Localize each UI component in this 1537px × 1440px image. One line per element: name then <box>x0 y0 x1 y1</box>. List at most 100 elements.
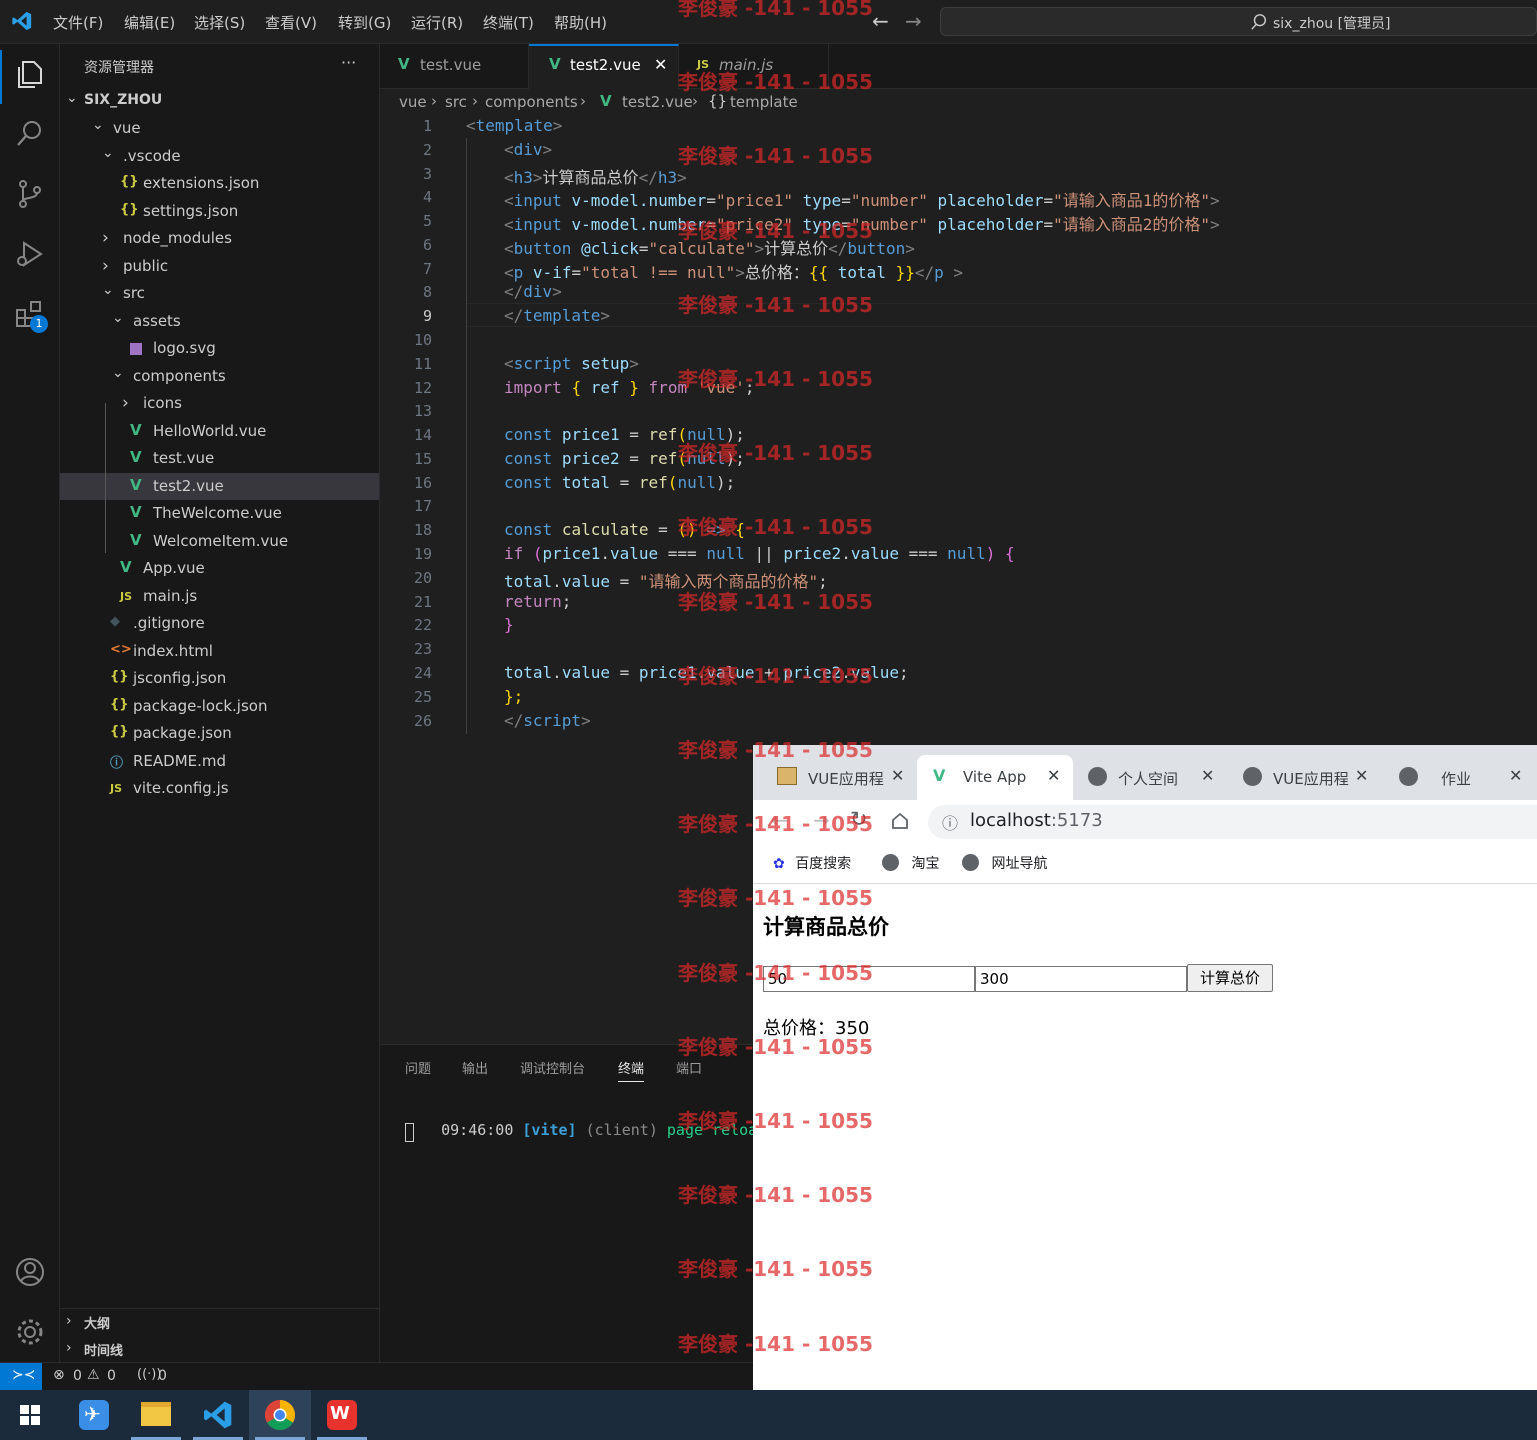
tree-item[interactable]: V WelcomeItem.vue <box>60 528 379 555</box>
line-number: 10 <box>413 331 432 350</box>
warning-count[interactable]: 0 <box>107 1368 116 1384</box>
menu-file[interactable]: 文件(F) <box>53 12 103 33</box>
tree-item[interactable]: ⓘ README.md <box>60 748 379 775</box>
tree-item[interactable]: ◆ .gitignore <box>60 610 379 637</box>
breadcrumb-components[interactable]: components <box>485 93 578 111</box>
tree-item[interactable]: logo.svg <box>60 335 379 362</box>
tree-item[interactable]: Vtest.vue <box>60 445 379 472</box>
more-actions-icon[interactable]: ··· <box>341 53 356 72</box>
menu-selection[interactable]: 选择(S) <box>194 12 245 33</box>
tree-item[interactable]: JS vite.config.js <box>60 775 379 802</box>
close-tab-icon[interactable]: ✕ <box>1509 766 1522 785</box>
tree-item[interactable]: {} settings.json <box>60 198 379 225</box>
ports-count[interactable]: 0 <box>158 1368 167 1384</box>
close-tab-icon[interactable]: ✕ <box>1355 766 1368 785</box>
tree-item[interactable]: ⌄ vue <box>60 115 379 142</box>
tree-item-label: App.vue <box>143 559 205 577</box>
browser-tab-vue-app-1[interactable]: VUE应用程 ✕ <box>767 755 917 800</box>
windows-start-icon[interactable] <box>20 1405 40 1425</box>
bookmark-taobao[interactable]: 淘宝 <box>882 853 939 873</box>
menu-view[interactable]: 查看(V) <box>265 12 317 33</box>
terminal-output[interactable]: 09:46:00 [vite] (client) page reload sr <box>405 1103 793 1157</box>
tree-item[interactable]: ⌄ src <box>60 280 379 307</box>
browser-tab-vue-app-2[interactable]: VUE应用程 ✕ <box>1231 755 1381 800</box>
tree-item[interactable]: › node_modules <box>60 225 379 252</box>
tree-item[interactable]: {} package.json <box>60 720 379 747</box>
remote-indicator[interactable]: ≻≺ <box>0 1363 42 1390</box>
nav-back-icon[interactable]: ← <box>872 9 889 33</box>
close-tab-icon[interactable]: ✕ <box>891 766 904 785</box>
home-icon[interactable] <box>890 811 910 831</box>
code-line: }; <box>504 687 523 706</box>
taskbar-file-explorer[interactable] <box>125 1390 187 1440</box>
settings-gear-icon[interactable] <box>14 1316 46 1348</box>
back-arrow-icon[interactable]: ← <box>771 808 788 832</box>
tree-item[interactable]: V App.vue <box>60 555 379 582</box>
error-count[interactable]: 0 <box>73 1368 82 1384</box>
close-tab-icon[interactable]: ✕ <box>1047 766 1060 785</box>
taskbar-bird-app[interactable]: ✈ <box>63 1390 125 1440</box>
panel-tab-debug-console[interactable]: 调试控制台 <box>520 1058 585 1077</box>
bookmark-baidu[interactable]: ✿ 百度搜索 <box>773 853 851 873</box>
taskbar-chrome[interactable] <box>249 1390 311 1440</box>
account-icon[interactable] <box>14 1256 46 1288</box>
tree-item[interactable]: V TheWelcome.vue <box>60 500 379 527</box>
tab-main-js[interactable]: JS main.js <box>679 44 829 89</box>
reload-icon[interactable]: ↻ <box>850 807 868 831</box>
panel-tab-ports[interactable]: 端口 <box>676 1058 702 1077</box>
breadcrumb-vue[interactable]: vue <box>399 93 427 111</box>
tree-item[interactable]: {} package-lock.json <box>60 693 379 720</box>
price2-input[interactable]: 300 <box>975 966 1187 992</box>
tab-test2-vue[interactable]: V test2.vue ✕ <box>529 44 679 89</box>
tree-item[interactable]: <> index.html <box>60 638 379 665</box>
forward-arrow-icon[interactable]: → <box>813 808 830 832</box>
md-file-icon: ⓘ <box>110 755 124 771</box>
tree-item[interactable]: ⌄ .vscode <box>60 143 379 170</box>
menu-run[interactable]: 运行(R) <box>411 12 463 33</box>
vue-file-icon: V <box>130 420 142 439</box>
close-tab-icon[interactable]: ✕ <box>654 55 667 74</box>
price1-input[interactable]: 50 <box>763 966 975 992</box>
menu-help[interactable]: 帮助(H) <box>554 12 607 33</box>
source-control-icon[interactable] <box>14 178 46 210</box>
breadcrumb-template[interactable]: template <box>730 93 798 111</box>
tree-item[interactable]: {} extensions.json <box>60 170 379 197</box>
workspace-root[interactable]: ⌄ SIX_ZHOU <box>60 88 379 115</box>
command-center-search[interactable]: six_zhou [管理员] <box>940 7 1537 36</box>
tree-item[interactable]: V HelloWorld.vue <box>60 418 379 445</box>
taskbar-vscode[interactable] <box>187 1390 249 1440</box>
tree-item[interactable]: ⌄ components <box>60 363 379 390</box>
nav-forward-icon[interactable]: → <box>905 9 922 33</box>
menu-terminal[interactable]: 终端(T) <box>483 12 534 33</box>
search-icon[interactable] <box>14 118 46 150</box>
panel-tab-terminal[interactable]: 终端 <box>618 1058 645 1082</box>
panel-tab-problems[interactable]: 问题 <box>405 1058 431 1077</box>
browser-tab-personal-space[interactable]: 个人空间 ✕ <box>1073 755 1223 800</box>
close-tab-icon[interactable]: ✕ <box>1201 766 1214 785</box>
explorer-icon[interactable] <box>14 58 46 90</box>
browser-tab-vite-app[interactable]: V Vite App ✕ <box>917 755 1073 800</box>
address-bar[interactable]: ⓘ localhost:5173 <box>928 805 1537 839</box>
tree-item[interactable]: {} jsconfig.json <box>60 665 379 692</box>
browser-tab-homework[interactable]: 作业 ✕ <box>1387 755 1537 800</box>
panel-tab-output[interactable]: 输出 <box>462 1058 488 1077</box>
taskbar-wps[interactable]: W <box>311 1390 373 1440</box>
tree-item[interactable]: JS main.js <box>60 583 379 610</box>
calculate-button[interactable]: 计算总价 <box>1187 964 1273 992</box>
menu-edit[interactable]: 编辑(E) <box>124 12 175 33</box>
tree-item[interactable]: Vtest2.vue <box>60 472 379 500</box>
breadcrumb-src[interactable]: src <box>445 93 467 111</box>
outline-section[interactable]: › 大纲 <box>60 1309 379 1336</box>
breadcrumb-file[interactable]: test2.vue <box>622 93 693 111</box>
tree-item[interactable]: › icons <box>60 390 379 417</box>
timeline-section[interactable]: › 时间线 <box>60 1336 379 1363</box>
code-token: </ <box>638 167 658 187</box>
run-debug-icon[interactable] <box>14 238 46 270</box>
menu-go[interactable]: 转到(G) <box>338 12 391 33</box>
tree-item[interactable]: › public <box>60 253 379 280</box>
tab-test-vue[interactable]: V test.vue <box>380 44 529 89</box>
tree-item[interactable]: ⌄ assets <box>60 308 379 335</box>
bookmark-nav[interactable]: 网址导航 <box>962 853 1047 873</box>
